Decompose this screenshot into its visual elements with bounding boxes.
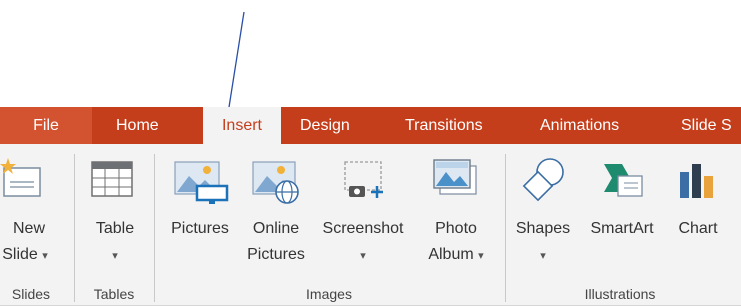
screenshot-button[interactable]: Screenshot ▾ bbox=[312, 144, 414, 284]
photo-album-label: Photo bbox=[435, 220, 477, 237]
table-dropdown: ▾ bbox=[80, 246, 150, 264]
table-label: Table bbox=[95, 220, 135, 237]
new-slide-label-line2: Slide bbox=[2, 246, 38, 263]
shapes-dropdown: ▾ bbox=[510, 246, 576, 264]
shapes-button[interactable]: Shapes ▾ bbox=[510, 144, 576, 284]
tab-animations[interactable]: Animations bbox=[540, 107, 619, 144]
photo-album-label-line2: Album bbox=[428, 246, 474, 263]
ribbon-tab-bar: File Home Insert Design Transitions Anim… bbox=[0, 107, 741, 144]
shapes-icon bbox=[520, 156, 568, 207]
pictures-label: Pictures bbox=[171, 220, 229, 237]
pictures-icon bbox=[173, 158, 231, 211]
dropdown-caret-icon: ▾ bbox=[360, 250, 366, 262]
dropdown-caret-icon: ▾ bbox=[42, 250, 48, 262]
tab-home[interactable]: Home bbox=[116, 107, 159, 144]
tab-slide-show[interactable]: Slide S bbox=[681, 107, 732, 144]
screenshot-dropdown: ▾ bbox=[312, 246, 414, 264]
group-label-images: Images bbox=[306, 286, 352, 302]
screenshot-label: Screenshot bbox=[322, 220, 404, 237]
smartart-button[interactable]: SmartArt bbox=[576, 144, 668, 284]
smartart-icon bbox=[600, 160, 646, 207]
group-separator bbox=[74, 154, 75, 302]
new-slide-label: New bbox=[12, 220, 45, 237]
tab-transitions[interactable]: Transitions bbox=[405, 107, 483, 144]
dropdown-caret-icon: ▾ bbox=[112, 250, 118, 262]
online-pictures-button[interactable]: Online Pictures bbox=[240, 144, 312, 284]
shapes-label: Shapes bbox=[515, 220, 571, 237]
group-label-tables: Tables bbox=[93, 286, 135, 302]
table-button[interactable]: Table ▾ bbox=[80, 144, 150, 284]
screenshot-icon bbox=[341, 160, 387, 209]
dropdown-caret-icon: ▾ bbox=[478, 250, 484, 262]
group-separator bbox=[505, 154, 506, 302]
chart-button[interactable]: Chart bbox=[668, 144, 728, 284]
photo-album-button[interactable]: Photo Album ▾ bbox=[414, 144, 498, 284]
photo-album-label-2: Album ▾ bbox=[414, 246, 498, 264]
new-slide-button[interactable]: New Slide ▾ bbox=[0, 144, 66, 284]
group-separator bbox=[154, 154, 155, 302]
chart-icon bbox=[678, 162, 718, 207]
online-pictures-label: Online bbox=[252, 220, 300, 237]
new-slide-icon bbox=[0, 158, 44, 205]
tab-file[interactable]: File bbox=[0, 107, 92, 144]
ribbon-insert-panel: New Slide ▾ Slides Table ▾ Tables Pictur… bbox=[0, 144, 741, 306]
new-slide-label-2: Slide ▾ bbox=[0, 246, 58, 264]
tab-design[interactable]: Design bbox=[300, 107, 350, 144]
group-label-illustrations: Illustrations bbox=[584, 286, 656, 302]
chart-label: Chart bbox=[678, 220, 718, 237]
online-pictures-label-2: Pictures bbox=[247, 246, 305, 263]
table-icon bbox=[90, 160, 134, 205]
dropdown-caret-icon: ▾ bbox=[540, 250, 546, 262]
group-label-slides: Slides bbox=[11, 286, 51, 302]
photo-album-icon bbox=[432, 158, 480, 205]
online-pictures-icon bbox=[251, 158, 303, 211]
smartart-label: SmartArt bbox=[590, 220, 654, 237]
tab-insert[interactable]: Insert bbox=[203, 107, 281, 144]
pictures-button[interactable]: Pictures bbox=[160, 144, 240, 284]
